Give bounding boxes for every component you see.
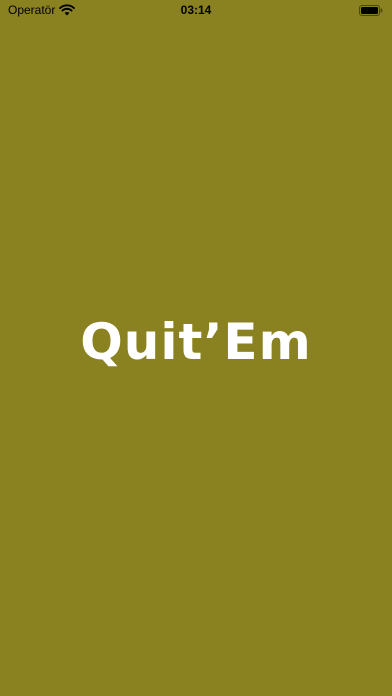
- battery-icon: [359, 5, 383, 16]
- splash-screen: Operatör 03:14 Quit’Em: [0, 0, 392, 696]
- app-logo: Quit’Em: [80, 313, 312, 371]
- status-time: 03:14: [180, 3, 212, 17]
- status-bar: Operatör 03:14: [0, 0, 392, 20]
